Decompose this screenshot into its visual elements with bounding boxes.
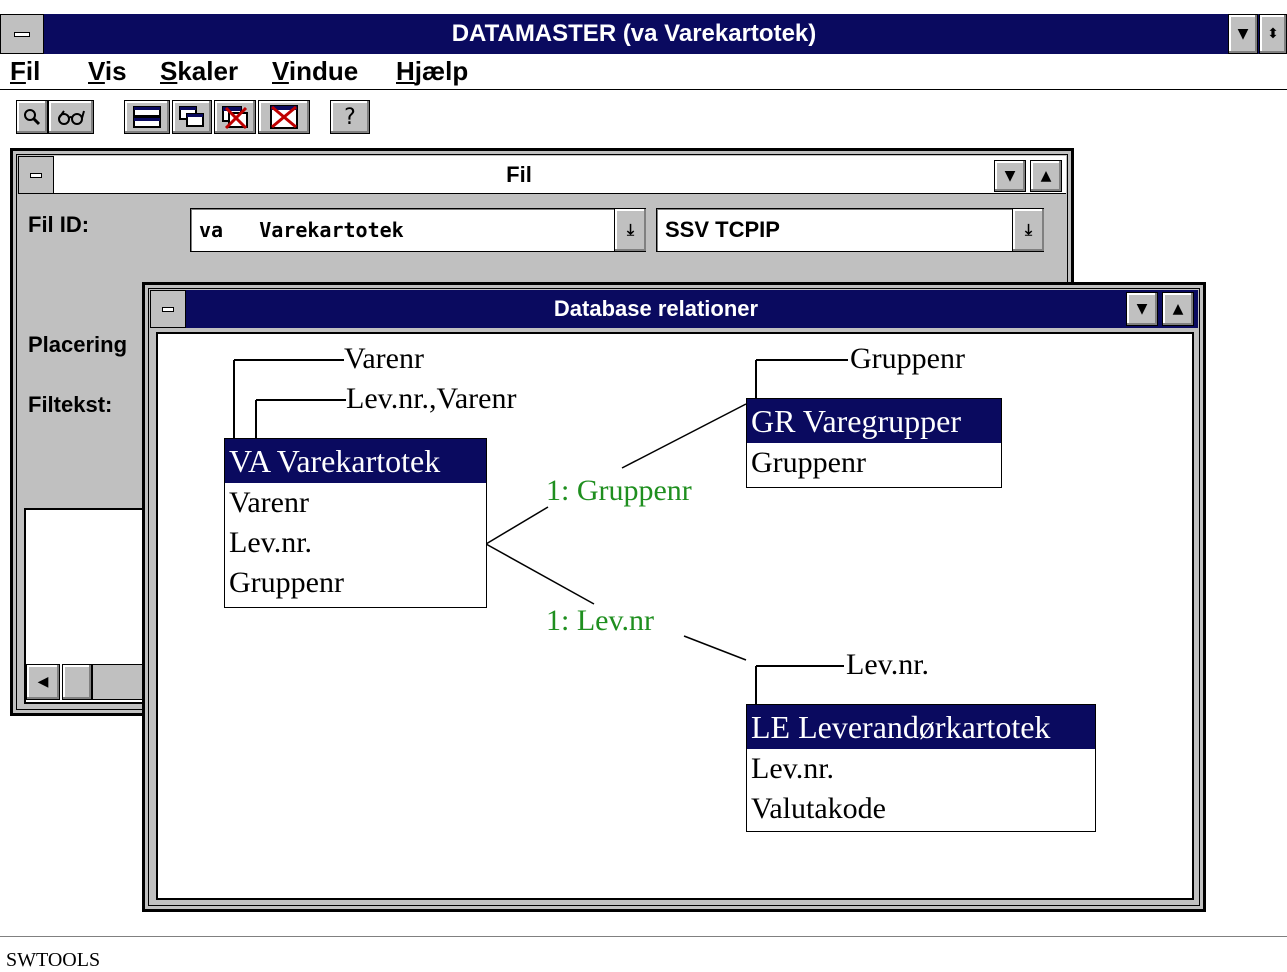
table-field: Lev.nr. [751,752,835,785]
table-field: Lev.nr. [229,526,313,559]
va-key1-label: Varenr [344,342,424,375]
relation-gruppenr-line-b [621,403,747,469]
table-header: LE Leverandørkartotek [747,705,1095,749]
va-key2-label: Lev.nr.,Varenr [346,382,517,415]
relation-levnr-line-a [485,543,595,605]
relation-levnr-line-b [683,635,747,661]
relation-label-gruppenr: 1: Gruppenr [546,474,692,507]
gr-key-label: Gruppenr [850,342,965,375]
status-text: SWTOOLS [6,949,101,971]
table-field: Varenr [229,486,309,519]
table-header: VA Varekartotek [225,439,486,483]
table-field: Gruppenr [751,446,866,479]
relation-gruppenr-line-a [485,506,549,545]
table-le-leverandorkartotek[interactable]: LE Leverandørkartotek Lev.nr. Valutakode [746,704,1096,832]
relation-label-levnr: 1: Lev.nr [546,604,655,637]
table-header: GR Varegrupper [747,399,1001,443]
table-gr-varegrupper[interactable]: GR Varegrupper Gruppenr [746,398,1002,488]
status-bar: SWTOOLS [0,936,1287,971]
le-key-label: Lev.nr. [846,648,930,681]
table-field: Valutakode [751,792,886,825]
table-va-varekartotek[interactable]: VA Varekartotek Varenr Lev.nr. Gruppenr [224,438,487,608]
table-field: Gruppenr [229,566,344,599]
